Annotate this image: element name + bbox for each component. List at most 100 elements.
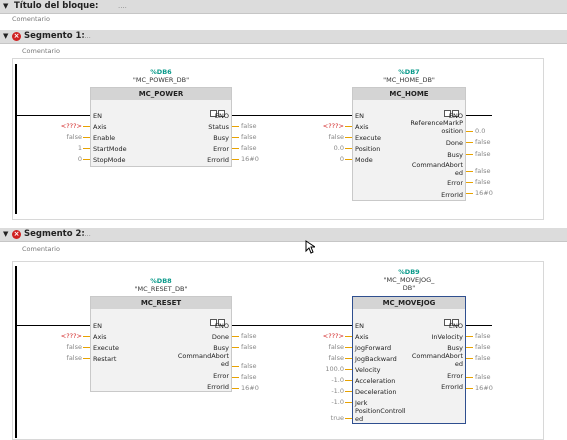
power-enable-value[interactable]: false: [44, 133, 82, 141]
reset-error-value[interactable]: false: [241, 373, 256, 381]
jog-positioncontrolled-value[interactable]: true: [306, 414, 344, 422]
power-axis-value[interactable]: <???>: [44, 122, 82, 130]
block-title-dots[interactable]: ....: [118, 0, 127, 13]
stub: [466, 154, 473, 155]
block-icons[interactable]: [443, 311, 461, 326]
jog-errorid-value[interactable]: 16#0: [475, 384, 493, 392]
jog-acceleration-value[interactable]: -1.0: [306, 376, 344, 384]
segment2-header[interactable]: ▼ × Segmento 2: ....: [0, 228, 567, 242]
stub: [345, 347, 352, 348]
error-icon: ×: [12, 32, 21, 41]
collapse-triangle-icon[interactable]: ▼: [3, 30, 8, 43]
jog-jerk-value[interactable]: -1.0: [306, 398, 344, 406]
pin-restart: Restart: [93, 355, 117, 363]
home-execute-value[interactable]: false: [306, 133, 344, 141]
jog-commandaborted-value[interactable]: false: [475, 354, 490, 362]
jog-error-value[interactable]: false: [475, 373, 490, 381]
pin-axis: Axis: [93, 333, 107, 341]
segment2-wire-mid: [232, 325, 352, 326]
segment2-wire-in: [17, 325, 90, 326]
stub: [466, 347, 473, 348]
mc-movejog-title: MC_MOVEJOG: [353, 297, 465, 309]
pin-errorid: ErrorId: [441, 191, 463, 199]
mc-power-block[interactable]: MC_POWER EN Axis Enable StartMode StopMo…: [90, 87, 232, 167]
collapse-triangle-icon[interactable]: ▼: [3, 228, 8, 241]
jog-jogforward-value[interactable]: false: [306, 343, 344, 351]
reset-db-label[interactable]: %DB8 "MC_RESET_DB": [111, 277, 211, 293]
reset-errorid-value[interactable]: 16#0: [241, 384, 259, 392]
pin-error: Error: [447, 179, 463, 187]
stub: [345, 402, 352, 403]
pin-positioncontrolled: PositionControll ed: [355, 407, 406, 423]
home-db-label[interactable]: %DB7 "MC_HOME_DB": [359, 68, 459, 84]
mc-home-title: MC_HOME: [353, 88, 465, 100]
home-error-value[interactable]: false: [475, 178, 490, 186]
pin-commandaborted: CommandAbort ed: [411, 352, 463, 368]
stub: [345, 126, 352, 127]
jog-db-label[interactable]: %DB9 "MC_MOVEJOG_ DB": [359, 268, 459, 292]
collapse-triangle-icon[interactable]: ▼: [3, 0, 8, 13]
home-busy-value[interactable]: false: [475, 150, 490, 158]
pin-busy: Busy: [447, 151, 463, 159]
mc-movejog-block[interactable]: MC_MOVEJOG EN Axis JogForward JogBackwar…: [352, 296, 466, 424]
home-position-value[interactable]: 0.0: [306, 144, 344, 152]
segment2-dots[interactable]: ....: [82, 228, 91, 241]
pin-en: EN: [93, 322, 102, 330]
jog-busy-value[interactable]: false: [475, 343, 490, 351]
segment1-comment[interactable]: Comentario: [22, 47, 60, 55]
block-comment[interactable]: Comentario: [12, 15, 50, 23]
segment1-power-rail: [15, 64, 17, 214]
pin-eno: ENO: [214, 322, 229, 330]
pin-done: Done: [445, 139, 463, 147]
mc-home-block[interactable]: MC_HOME EN Axis Execute Position Mode EN…: [352, 87, 466, 201]
segment1-dots[interactable]: ....: [82, 30, 91, 43]
home-axis-value[interactable]: <???>: [306, 122, 344, 130]
pin-en: EN: [355, 112, 364, 120]
power-startmode-value[interactable]: 1: [44, 144, 82, 152]
reset-axis-value[interactable]: <???>: [44, 332, 82, 340]
segment2-title: Segmento 2:: [24, 229, 85, 239]
stub: [466, 358, 473, 359]
power-stopmode-value[interactable]: 0: [44, 155, 82, 163]
power-errorid-value[interactable]: 16#0: [241, 155, 259, 163]
stub: [466, 193, 473, 194]
jog-deceleration-value[interactable]: -1.0: [306, 387, 344, 395]
reset-execute-value[interactable]: false: [44, 343, 82, 351]
home-commandaborted-value[interactable]: false: [475, 167, 490, 175]
power-busy-value[interactable]: false: [241, 133, 256, 141]
power-db-label[interactable]: %DB6 "MC_POWER_DB": [111, 68, 211, 84]
pin-referencemarkposition: ReferenceMarkP osition: [410, 119, 463, 135]
pin-errorid: ErrorId: [441, 383, 463, 391]
pin-en: EN: [93, 112, 102, 120]
reset-restart-value[interactable]: false: [44, 354, 82, 362]
jog-velocity-value[interactable]: 100.0: [306, 365, 344, 373]
pin-en: EN: [355, 322, 364, 330]
jog-axis-value[interactable]: <???>: [306, 332, 344, 340]
pin-status: Status: [208, 123, 229, 131]
pin-position: Position: [355, 145, 381, 153]
home-done-value[interactable]: false: [475, 138, 490, 146]
block-title-header[interactable]: ▼ Título del bloque: ....: [0, 0, 567, 14]
stub: [232, 148, 239, 149]
reset-busy-value[interactable]: false: [241, 343, 256, 351]
home-errorid-value[interactable]: 16#0: [475, 189, 493, 197]
power-error-value[interactable]: false: [241, 144, 256, 152]
pin-jerk: Jerk: [355, 399, 368, 407]
home-mode-value[interactable]: 0: [306, 155, 344, 163]
stub: [345, 380, 352, 381]
reset-commandaborted-value[interactable]: false: [241, 362, 256, 370]
home-refmark-value[interactable]: 0.0: [475, 127, 485, 135]
segment2-comment[interactable]: Comentario: [22, 245, 60, 253]
power-status-value[interactable]: false: [241, 122, 256, 130]
reset-done-value[interactable]: false: [241, 332, 256, 340]
stub: [466, 142, 473, 143]
jog-invelocity-value[interactable]: false: [475, 332, 490, 340]
block-icons[interactable]: [209, 102, 227, 117]
mc-reset-block[interactable]: MC_RESET EN Axis Execute Restart ENO Don…: [90, 296, 232, 392]
block-icons[interactable]: [443, 102, 461, 117]
stub: [345, 336, 352, 337]
block-icons[interactable]: [209, 311, 227, 326]
segment1-header[interactable]: ▼ × Segmento 1: ....: [0, 30, 567, 44]
jog-jogbackward-value[interactable]: false: [306, 354, 344, 362]
pin-axis: Axis: [355, 333, 369, 341]
